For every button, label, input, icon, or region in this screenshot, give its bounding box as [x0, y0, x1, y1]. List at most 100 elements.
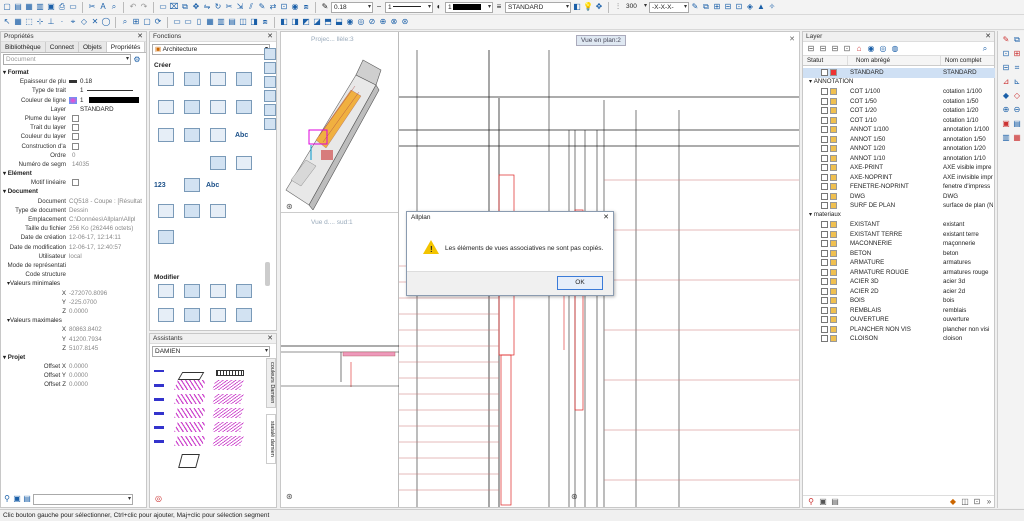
measure-icon[interactable]: ⊡ [279, 2, 289, 12]
checkbox[interactable] [72, 142, 79, 150]
tool-a-icon[interactable]: ◆ [948, 497, 958, 507]
edit-icon[interactable]: ✎ [690, 2, 700, 12]
close-viewport-icon[interactable]: ✕ [789, 35, 795, 43]
window9-icon[interactable]: ⧈ [260, 17, 270, 27]
checkbox[interactable] [821, 268, 828, 276]
layer-row[interactable]: ANNOT 1/20 annotation 1/20 [803, 144, 995, 154]
select-icon[interactable]: ↖ [2, 17, 12, 27]
text-tool-label-2[interactable]: Abc [206, 182, 219, 189]
save-icon[interactable]: ▣ [818, 497, 828, 507]
section-element[interactable]: Elément [1, 169, 146, 178]
layer-row[interactable]: MACONNERIE maçonnerie [803, 239, 995, 249]
cut-icon[interactable]: ✂ [87, 2, 97, 12]
visibility-icon[interactable]: ◎ [878, 44, 888, 54]
layer-row[interactable]: EXISTANT TERRE existant terre [803, 230, 995, 240]
intersect-icon[interactable]: ✕ [90, 17, 100, 27]
right-tool-icon[interactable]: ▣ [1001, 119, 1011, 129]
mid-icon[interactable]: ◇ [79, 17, 89, 27]
function-icon[interactable] [210, 128, 226, 142]
tool2-icon[interactable]: ⊞ [712, 2, 722, 12]
checkbox[interactable] [821, 325, 828, 333]
checkbox[interactable] [821, 230, 828, 238]
tool5-icon[interactable]: ◈ [745, 2, 755, 12]
function-icon[interactable] [210, 72, 226, 86]
checkbox[interactable] [821, 107, 828, 115]
close-icon[interactable]: ✕ [985, 32, 991, 42]
checkbox[interactable] [821, 116, 828, 124]
layer-row[interactable]: COT 1/100 cotation 1/100 [803, 87, 995, 97]
track-icon[interactable]: ⌖ [68, 17, 78, 27]
checkbox[interactable] [72, 179, 79, 187]
layer-status-icon[interactable] [830, 107, 837, 115]
hatch-swatch[interactable] [177, 372, 205, 380]
window3-icon[interactable]: ▯ [194, 17, 204, 27]
layer-row[interactable]: COT 1/50 cotation 1/50 [803, 97, 995, 107]
window1-icon[interactable]: ▭ [172, 17, 182, 27]
tab-connect[interactable]: Connect [46, 42, 79, 52]
checkbox[interactable] [821, 202, 828, 210]
view-front-icon[interactable]: ◧ [279, 17, 289, 27]
layer-row[interactable]: BOIS bois [803, 296, 995, 306]
layer-status-icon[interactable] [830, 325, 837, 333]
open-filter-icon[interactable]: ▤ [23, 494, 31, 504]
redo-icon[interactable]: ↷ [139, 2, 149, 12]
function-icon[interactable] [210, 204, 226, 218]
right-tool-icon[interactable]: ⊿ [1001, 77, 1011, 87]
palette-icon-1[interactable] [264, 48, 276, 60]
right-tool-icon[interactable]: ⊞ [1012, 49, 1022, 59]
layer-row[interactable]: ANNOT 1/100 annotation 1/100 [803, 125, 995, 135]
delete-icon[interactable]: ⌧ [169, 2, 179, 12]
window6-icon[interactable]: ▤ [227, 17, 237, 27]
function-icon[interactable] [184, 204, 200, 218]
hatch-swatch[interactable] [216, 370, 244, 376]
hatch-swatch[interactable] [212, 394, 244, 404]
col-nom-abrege[interactable]: Nom abrégé [848, 56, 941, 65]
window8-icon[interactable]: ◨ [249, 17, 259, 27]
layer-row[interactable]: COT 1/10 cotation 1/10 [803, 116, 995, 126]
new-icon[interactable]: ▢ [2, 2, 12, 12]
layer-status-icon[interactable] [830, 240, 837, 248]
scrollbar[interactable] [265, 262, 270, 286]
layer-row[interactable]: REMBLAIS remblais [803, 306, 995, 316]
layer-select[interactable]: STANDARD [505, 1, 571, 13]
close-icon[interactable]: ✕ [267, 32, 273, 42]
hatch-pattern-select[interactable]: -X-X-X- [649, 1, 689, 13]
layer-status-icon[interactable] [830, 145, 837, 153]
home-icon[interactable]: ⌂ [854, 44, 864, 54]
function-icon[interactable] [184, 72, 200, 86]
preview-icon[interactable]: ▭ [68, 2, 78, 12]
layer-status-icon[interactable] [830, 335, 837, 343]
copy-icon[interactable]: ⧉ [180, 2, 190, 12]
undo-icon[interactable]: ↶ [128, 2, 138, 12]
palette-icon-4[interactable] [264, 90, 276, 102]
function-icon[interactable] [158, 308, 174, 322]
assistant-line-swatch[interactable] [154, 440, 164, 443]
function-icon[interactable] [184, 128, 200, 142]
layer-row[interactable]: OUVERTURE ouverture [803, 315, 995, 325]
scissor-icon[interactable]: ✂ [224, 2, 234, 12]
layer-row[interactable]: PLANCHER NON VIS plancher non visi [803, 325, 995, 335]
function-icon[interactable] [210, 100, 226, 114]
palette-icon-5[interactable] [264, 104, 276, 116]
function-icon[interactable] [236, 72, 252, 86]
checkbox[interactable] [821, 69, 828, 77]
line-type-select[interactable]: 1 [385, 1, 433, 13]
right-tool-icon[interactable]: ✎ [1001, 35, 1011, 45]
palette-icon-6[interactable] [264, 118, 276, 130]
function-icon[interactable] [158, 72, 174, 86]
right-tool-icon[interactable]: ▥ [1001, 133, 1011, 143]
checkbox[interactable] [821, 278, 828, 286]
right-tool-icon[interactable]: ⊾ [1012, 77, 1022, 87]
function-icon[interactable] [210, 284, 226, 298]
checkbox[interactable] [821, 135, 828, 143]
light-icon[interactable]: 💡 [583, 2, 593, 12]
tool3-icon[interactable]: ⊟ [723, 2, 733, 12]
layer-group[interactable]: ▾ ANNOTATION [809, 78, 853, 85]
pen-icon[interactable]: ✎ [320, 2, 330, 12]
layer-row[interactable]: FENETRE-NOPRINT fenetre d'impress [803, 182, 995, 192]
checkbox[interactable] [821, 249, 828, 257]
snap-icon[interactable]: ⊹ [35, 17, 45, 27]
layer-status-icon[interactable] [830, 316, 837, 324]
layer-status-icon[interactable] [830, 259, 837, 267]
layer-row[interactable]: AXE-NOPRINT AXE invisible impr [803, 173, 995, 183]
